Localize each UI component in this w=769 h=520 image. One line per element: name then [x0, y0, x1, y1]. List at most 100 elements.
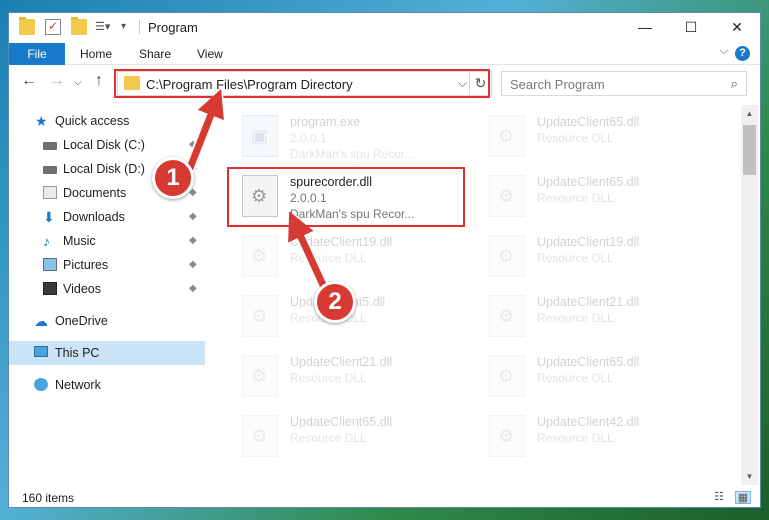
recent-locations-chevron-icon[interactable]: ⌵ — [74, 77, 82, 88]
tab-file[interactable]: File — [9, 43, 65, 65]
network-icon — [34, 378, 48, 391]
sidebar-item-pictures[interactable]: Pictures ◆ — [9, 253, 205, 277]
file-item[interactable]: UpdateClient65.dll Resource DLL — [489, 109, 729, 167]
sidebar-item-local-disk-c[interactable]: Local Disk (C:) ◆ — [9, 133, 205, 157]
back-button[interactable]: ← — [21, 72, 37, 90]
pictures-icon — [43, 258, 57, 271]
vertical-scrollbar[interactable]: ▲ ▼ — [741, 105, 758, 485]
sidebar-item-videos[interactable]: Videos ◆ — [9, 277, 205, 301]
file-item[interactable]: UpdateClient21.dll Resource DLL — [242, 349, 482, 407]
close-button[interactable]: ✕ — [714, 13, 760, 41]
file-type: Resource DLL — [537, 131, 614, 145]
dll-file-icon — [242, 295, 278, 337]
file-name: UpdateClient65.dll — [290, 415, 393, 429]
file-version: 2.0.0.1 — [290, 131, 327, 145]
videos-icon — [43, 282, 57, 295]
file-item[interactable]: UpdateClient42.dll Resource DLL — [489, 409, 729, 467]
pin-icon[interactable]: ◆ — [189, 133, 197, 157]
dll-file-icon — [489, 355, 525, 397]
details-view-icon[interactable]: ☷ — [711, 491, 727, 504]
pin-icon[interactable]: ◆ — [189, 229, 197, 253]
customize-toolbar-chevron-icon[interactable]: ▾ — [121, 19, 137, 35]
sidebar-item-label: Local Disk (C:) — [63, 138, 145, 152]
search-input[interactable]: Search Program ⌕ — [501, 71, 747, 96]
file-item[interactable]: UpdateClient21.dll Resource DLL — [489, 289, 729, 347]
title-divider — [139, 20, 140, 34]
tiles-view-icon[interactable]: ▦ — [735, 491, 751, 504]
dll-file-icon — [489, 235, 525, 277]
pc-icon — [34, 346, 48, 357]
dll-file-icon — [489, 415, 525, 457]
sidebar-item-downloads[interactable]: ⬇ Downloads ◆ — [9, 205, 205, 229]
status-bar: 160 items ☷ ▦ — [9, 487, 760, 509]
file-type: Resource DLL — [290, 431, 367, 445]
sidebar-item-label: Documents — [63, 186, 127, 200]
scroll-up-arrow-icon[interactable]: ▲ — [741, 105, 758, 122]
file-name: UpdateClient65.dll — [537, 175, 640, 189]
sidebar-item-label: Music — [63, 234, 96, 248]
dll-file-icon — [489, 295, 525, 337]
search-icon[interactable]: ⌕ — [731, 76, 738, 92]
sidebar-item-network[interactable]: Network — [9, 373, 205, 397]
up-button[interactable]: ↑ — [95, 72, 103, 90]
item-count: 160 items — [22, 491, 75, 505]
forward-button[interactable]: → — [49, 72, 65, 90]
tab-share[interactable]: Share — [139, 43, 171, 65]
pin-icon[interactable]: ◆ — [189, 205, 197, 229]
file-item[interactable]: UpdateClient65.dll Resource DLL — [489, 169, 729, 227]
new-folder-icon[interactable] — [71, 17, 87, 35]
file-item[interactable]: UpdateClient65.dll Resource DLL — [489, 349, 729, 407]
disk-icon — [43, 166, 57, 174]
sidebar-item-label: Pictures — [63, 258, 109, 272]
file-description: DarkMan's spu Recor... — [290, 147, 415, 161]
sidebar-item-music[interactable]: ♪ Music ◆ — [9, 229, 205, 253]
documents-icon — [43, 186, 57, 199]
file-name: program.exe — [290, 115, 361, 129]
sidebar-item-label: OneDrive — [55, 314, 108, 328]
disk-icon — [43, 142, 57, 150]
file-item[interactable]: UpdateClient65.dll Resource DLL — [242, 409, 482, 467]
ribbon-expand-icon[interactable]: ⌵ — [720, 45, 728, 58]
file-type: Resource DLL — [537, 251, 614, 265]
sidebar-item-label: Downloads — [63, 210, 125, 224]
file-item[interactable]: program.exe 2.0.0.1 DarkMan's spu Recor.… — [242, 109, 482, 167]
tab-view[interactable]: View — [197, 43, 223, 65]
sidebar-item-this-pc[interactable]: This PC — [9, 341, 205, 365]
sidebar-item-label: Network — [55, 378, 101, 392]
properties-icon[interactable] — [45, 19, 61, 35]
dll-file-icon — [489, 175, 525, 217]
title-bar: ☰▾ ▾ Program — ☐ ✕ — [9, 13, 760, 41]
dll-file-icon — [242, 355, 278, 397]
sidebar-item-label: This PC — [55, 346, 100, 360]
sidebar-item-onedrive[interactable]: ☁ OneDrive — [9, 309, 205, 333]
file-item[interactable]: UpdateClient19.dll Resource DLL — [242, 229, 482, 287]
file-type: Resource DLL — [537, 431, 614, 445]
file-type: Resource DLL — [537, 191, 614, 205]
sidebar-item-quick-access[interactable]: ★ Quick access — [9, 109, 205, 133]
pin-icon[interactable]: ◆ — [189, 253, 197, 277]
window-title: Program — [148, 20, 198, 35]
help-icon[interactable]: ? — [735, 46, 750, 61]
view-options-icon[interactable]: ☰▾ — [95, 19, 111, 35]
folder-icon[interactable] — [19, 17, 35, 35]
file-list: program.exe 2.0.0.1 DarkMan's spu Recor.… — [219, 105, 734, 490]
maximize-button[interactable]: ☐ — [668, 13, 714, 41]
tab-home[interactable]: Home — [80, 43, 112, 65]
file-type: Resource DLL — [290, 251, 367, 265]
file-item[interactable]: UpdateClient5.dll Resource DLL — [242, 289, 482, 347]
application-icon — [242, 115, 278, 157]
pin-icon[interactable]: ◆ — [189, 277, 197, 301]
file-name: UpdateClient65.dll — [537, 355, 640, 369]
file-item[interactable]: UpdateClient19.dll Resource DLL — [489, 229, 729, 287]
scrollbar-thumb[interactable] — [743, 125, 756, 175]
sidebar-item-label: Quick access — [55, 114, 130, 128]
file-type: Resource DLL — [537, 371, 614, 385]
file-name: UpdateClient19.dll — [290, 235, 393, 249]
cloud-icon: ☁ — [34, 313, 48, 329]
file-name: UpdateClient19.dll — [537, 235, 640, 249]
file-name: UpdateClient21.dll — [290, 355, 393, 369]
scroll-down-arrow-icon[interactable]: ▼ — [741, 468, 758, 485]
minimize-button[interactable]: — — [622, 13, 668, 41]
file-name: UpdateClient42.dll — [537, 415, 640, 429]
file-name: UpdateClient65.dll — [537, 115, 640, 129]
